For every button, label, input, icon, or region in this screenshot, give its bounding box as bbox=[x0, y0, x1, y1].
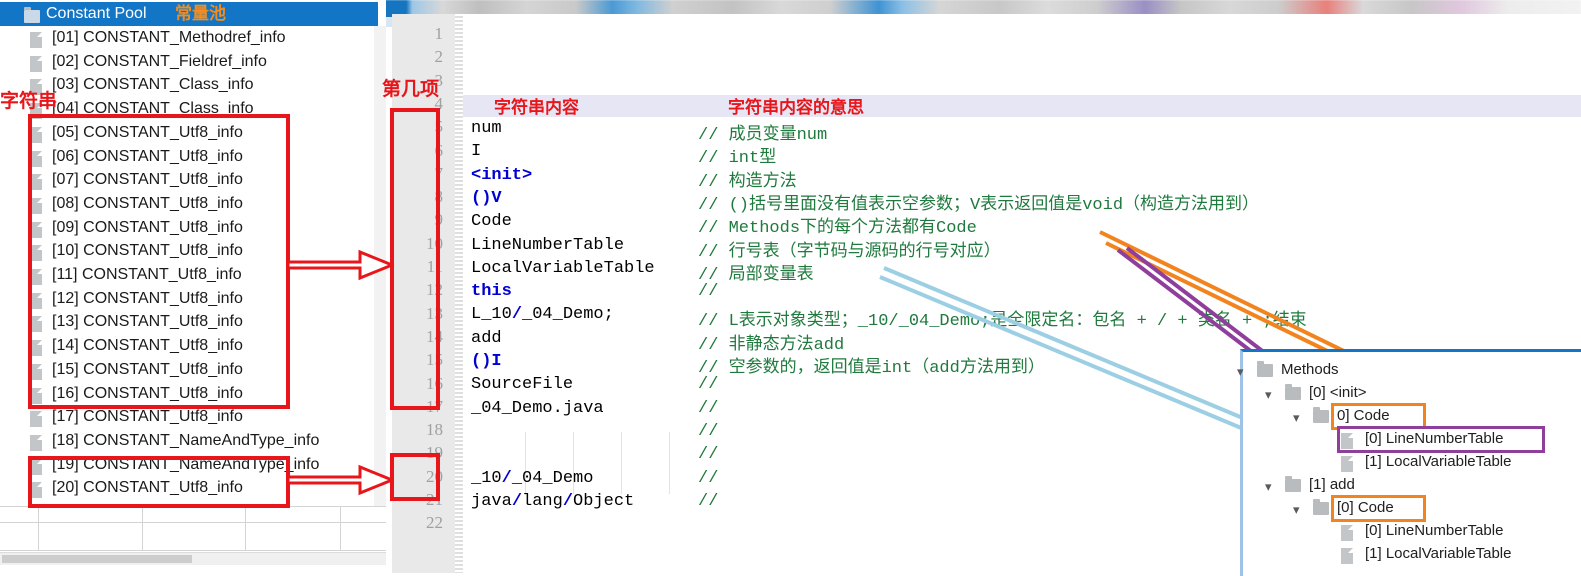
code-comment-8: // bbox=[698, 282, 719, 302]
code-text-9: L_10/_04_Demo; bbox=[471, 305, 614, 325]
grid-horizontal-scrollbar[interactable] bbox=[0, 552, 386, 565]
code-comment-14: // bbox=[698, 421, 719, 441]
constant-pool-item-label: [18] CONSTANT_NameAndType_info bbox=[52, 431, 320, 449]
code-text-5: Code bbox=[471, 212, 512, 232]
code-text-12: SourceFile bbox=[471, 375, 574, 395]
line-number-2: 2 bbox=[434, 47, 444, 67]
file-icon bbox=[30, 434, 42, 456]
column-header-content: 字符串内容 bbox=[494, 98, 579, 117]
code-text-6: LineNumberTable bbox=[471, 235, 625, 255]
grid-scrollbar-thumb[interactable] bbox=[2, 555, 192, 563]
folder-icon bbox=[24, 7, 40, 31]
file-icon bbox=[30, 32, 42, 53]
chevron-down-icon[interactable]: ▾ bbox=[1265, 387, 1272, 403]
file-icon bbox=[30, 55, 42, 77]
line-number-22: 22 bbox=[426, 513, 443, 533]
constant-pool-item-label: [01] CONSTANT_Methodref_info bbox=[52, 29, 286, 46]
column-header-meaning: 字符串内容的意思 bbox=[728, 98, 864, 117]
code-text-17: java/lang/Object bbox=[471, 491, 635, 511]
constant-pool-annotation: 常量池 bbox=[175, 4, 226, 23]
red-box-utf8-05-17 bbox=[28, 114, 290, 409]
chevron-down-icon[interactable]: ▾ bbox=[1293, 410, 1300, 426]
chevron-down-icon[interactable]: ▾ bbox=[1265, 479, 1272, 495]
orange-highlight-label: 0] Code bbox=[1337, 407, 1390, 424]
folder-icon bbox=[1257, 361, 1273, 381]
methods-tree-row-label: [0] <init> bbox=[1309, 384, 1367, 401]
folder-icon bbox=[1285, 384, 1301, 404]
red-box-lines-5-17 bbox=[390, 108, 440, 410]
methods-tree-row-label: Methods bbox=[1281, 361, 1339, 378]
code-comment-13: // bbox=[698, 398, 719, 418]
code-comment-9: // L表示对象类型；_10/_04_Demo;是全限定名：包名 + / + 类… bbox=[698, 312, 1307, 332]
column-header-band bbox=[463, 95, 1581, 117]
item-index-annotation-label: 第几项 bbox=[382, 78, 440, 100]
code-text-10: add bbox=[471, 328, 502, 348]
code-comment-2: // int型 bbox=[698, 149, 777, 169]
code-comment-12: // bbox=[698, 375, 719, 395]
red-arrow-upper bbox=[288, 249, 394, 281]
folder-icon bbox=[1313, 407, 1329, 427]
code-comment-1: // 成员变量num bbox=[698, 126, 828, 145]
code-comment-15: // bbox=[698, 445, 719, 465]
code-comment-4: // ()括号里面没有值表示空参数；V表示返回值是void（构造方法用到） bbox=[698, 195, 1260, 215]
code-text-4: ()V bbox=[471, 188, 502, 208]
code-comment-10: // 非静态方法add bbox=[698, 335, 845, 355]
code-text-8: this bbox=[471, 282, 512, 302]
constant-pool-header[interactable]: Constant Pool 常量池 bbox=[0, 2, 378, 26]
code-text-3: <init> bbox=[471, 165, 533, 185]
folder-icon bbox=[1313, 499, 1329, 519]
constant-pool-item-label: [02] CONSTANT_Fieldref_info bbox=[52, 52, 267, 70]
chevron-down-icon[interactable]: ▾ bbox=[1293, 502, 1300, 518]
purple-highlight-label: [0] LineNumberTable bbox=[1365, 430, 1504, 447]
methods-tree-row-label: [0] LineNumberTable bbox=[1365, 522, 1504, 539]
orange-highlight-label: [0] Code bbox=[1337, 499, 1394, 516]
string-annotation-label: 字符串 bbox=[0, 90, 58, 112]
code-comment-5: // Methods下的每个方法都有Code bbox=[698, 219, 977, 239]
file-icon bbox=[30, 411, 42, 432]
constant-pool-title: Constant Pool bbox=[46, 5, 147, 22]
file-icon bbox=[1341, 456, 1353, 476]
constant-pool-item-label: [03] CONSTANT_Class_info bbox=[52, 76, 254, 94]
folder-icon bbox=[1285, 476, 1301, 496]
methods-tree-row-label: [1] add bbox=[1309, 476, 1355, 493]
code-text-1: num bbox=[471, 119, 502, 138]
code-comment-16: // bbox=[698, 468, 719, 488]
constant-pool-item-label: [17] CONSTANT_Utf8_info bbox=[52, 408, 243, 426]
code-text-11: ()I bbox=[471, 352, 502, 371]
code-comment-17: // bbox=[698, 491, 719, 511]
code-comment-7: // 局部变量表 bbox=[698, 265, 814, 285]
red-box-lines-20-21 bbox=[390, 453, 440, 501]
line-number-18: 18 bbox=[426, 420, 443, 440]
code-comment-3: // 构造方法 bbox=[698, 172, 797, 192]
code-text-13: _04_Demo.java bbox=[471, 398, 604, 418]
code-text-2: I bbox=[471, 142, 482, 162]
code-text-7: LocalVariableTable bbox=[471, 258, 655, 278]
gutter-edge bbox=[455, 14, 463, 573]
file-icon bbox=[1341, 525, 1353, 545]
line-number-1: 1 bbox=[434, 24, 444, 43]
methods-tree-panel: ▾Methods▾[0] <init>▾0] Code0] Code[0] Li… bbox=[1237, 349, 1581, 576]
file-icon bbox=[1341, 548, 1353, 568]
file-icon bbox=[1341, 433, 1353, 454]
code-text-16: _10/_04_Demo bbox=[471, 468, 594, 488]
code-comment-6: // 行号表（字节码与源码的行号对应） bbox=[698, 242, 1001, 262]
red-box-utf8-20-21 bbox=[28, 456, 290, 508]
code-comment-11: // 空参数的，返回值是int（add方法用到） bbox=[698, 359, 1045, 378]
chevron-down-icon[interactable]: ▾ bbox=[1237, 364, 1244, 380]
methods-tree-row-label: [1] LocalVariableTable bbox=[1365, 545, 1512, 562]
methods-tree-row-label: [1] LocalVariableTable bbox=[1365, 453, 1512, 470]
red-arrow-lower bbox=[288, 464, 394, 496]
